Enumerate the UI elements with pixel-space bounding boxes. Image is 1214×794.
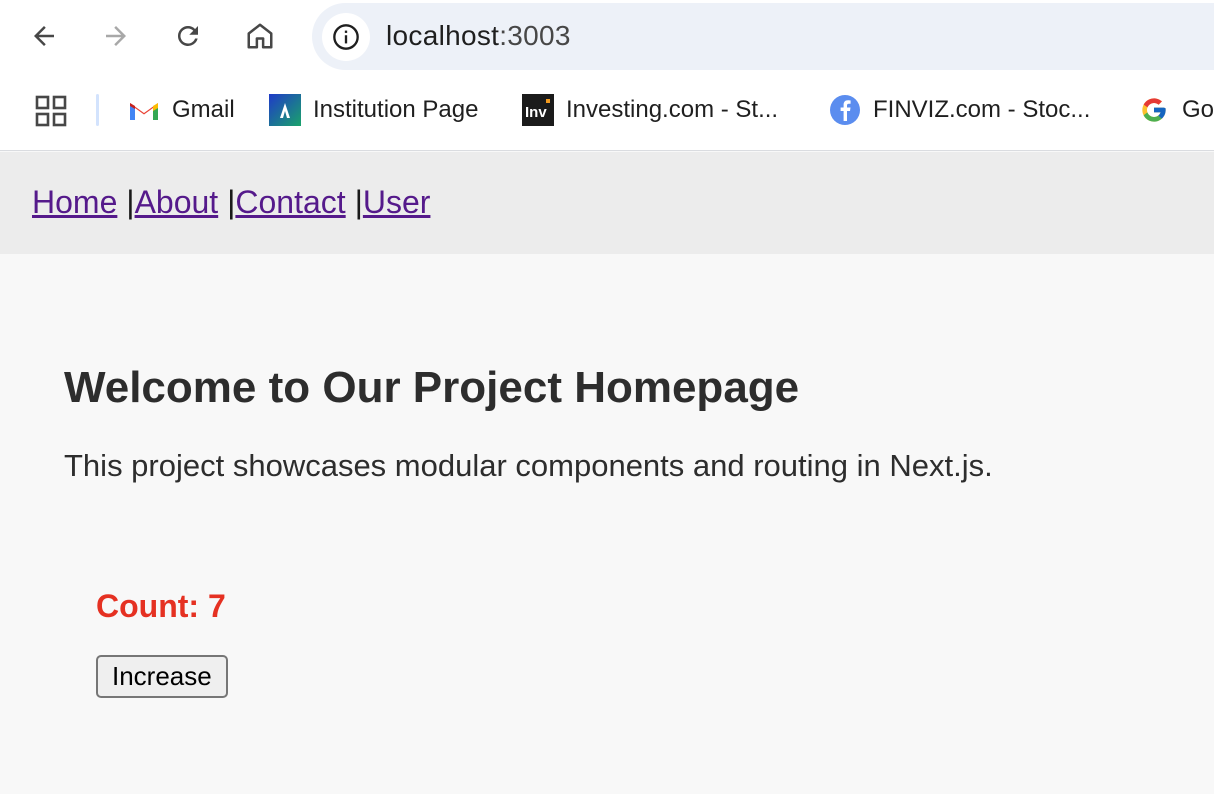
home-icon xyxy=(247,23,273,49)
bookmark-label: Institution Page xyxy=(313,96,479,123)
forward-button[interactable] xyxy=(94,14,138,58)
apps-button[interactable] xyxy=(34,94,68,128)
site-navigation: Home |About |Contact |User xyxy=(0,152,1214,254)
nav-link-user[interactable]: User xyxy=(363,184,431,220)
investing-icon: Inv xyxy=(522,94,554,126)
info-icon xyxy=(333,24,359,50)
nav-separator: | xyxy=(126,184,135,220)
forward-arrow-icon xyxy=(106,26,126,46)
reload-icon xyxy=(177,25,198,46)
back-button[interactable] xyxy=(22,14,66,58)
bookmark-institution-page[interactable]: Institution Page xyxy=(269,92,478,128)
increase-button[interactable]: Increase xyxy=(96,655,228,698)
bookmark-label: Go xyxy=(1182,96,1214,123)
home-button[interactable] xyxy=(238,14,282,58)
bookmark-google[interactable]: Go xyxy=(1138,92,1214,128)
institution-icon xyxy=(269,94,301,126)
bookmark-label: FINVIZ.com - Stoc... xyxy=(873,96,1091,123)
site-info-button[interactable] xyxy=(322,13,370,61)
finviz-icon xyxy=(829,94,861,126)
count-value: 7 xyxy=(207,588,226,624)
url-host: localhost xyxy=(386,20,500,51)
nav-separator: | xyxy=(354,184,363,220)
browser-chrome: localhost:3003 Gmail Institution Page In… xyxy=(0,0,1214,151)
nav-link-home[interactable]: Home xyxy=(32,184,117,220)
url-port: :3003 xyxy=(499,20,571,51)
count-display: Count: 7 xyxy=(96,588,228,625)
bookmark-investing[interactable]: Inv Investing.com - St... xyxy=(522,92,778,128)
google-icon xyxy=(1138,94,1170,126)
nav-link-contact[interactable]: Contact xyxy=(235,184,345,220)
page-description: This project showcases modular component… xyxy=(64,448,993,483)
bookmark-finviz[interactable]: FINVIZ.com - Stoc... xyxy=(829,92,1090,128)
main-content: Welcome to Our Project Homepage This pro… xyxy=(64,360,1184,484)
nav-links: Home |About |Contact |User xyxy=(32,184,430,221)
counter-widget: Count: 7 Increase xyxy=(96,588,228,698)
nav-link-about[interactable]: About xyxy=(135,184,219,220)
url-text[interactable]: localhost:3003 xyxy=(386,20,571,52)
bookmark-label: Gmail xyxy=(172,96,235,123)
back-arrow-icon xyxy=(34,26,54,46)
page-title: Welcome to Our Project Homepage xyxy=(64,363,800,412)
svg-text:Inv: Inv xyxy=(525,104,547,121)
bookmarks-bar: Gmail Institution Page Inv Investing.com… xyxy=(0,84,1214,136)
gmail-icon xyxy=(128,94,160,126)
apps-grid-icon xyxy=(35,95,67,127)
bookmark-label: Investing.com - St... xyxy=(566,96,779,123)
count-label: Count: xyxy=(96,588,200,624)
address-bar[interactable]: localhost:3003 xyxy=(312,3,1214,70)
bookmarks-separator xyxy=(96,94,99,126)
bookmark-gmail[interactable]: Gmail xyxy=(128,92,235,128)
reload-button[interactable] xyxy=(166,14,210,58)
